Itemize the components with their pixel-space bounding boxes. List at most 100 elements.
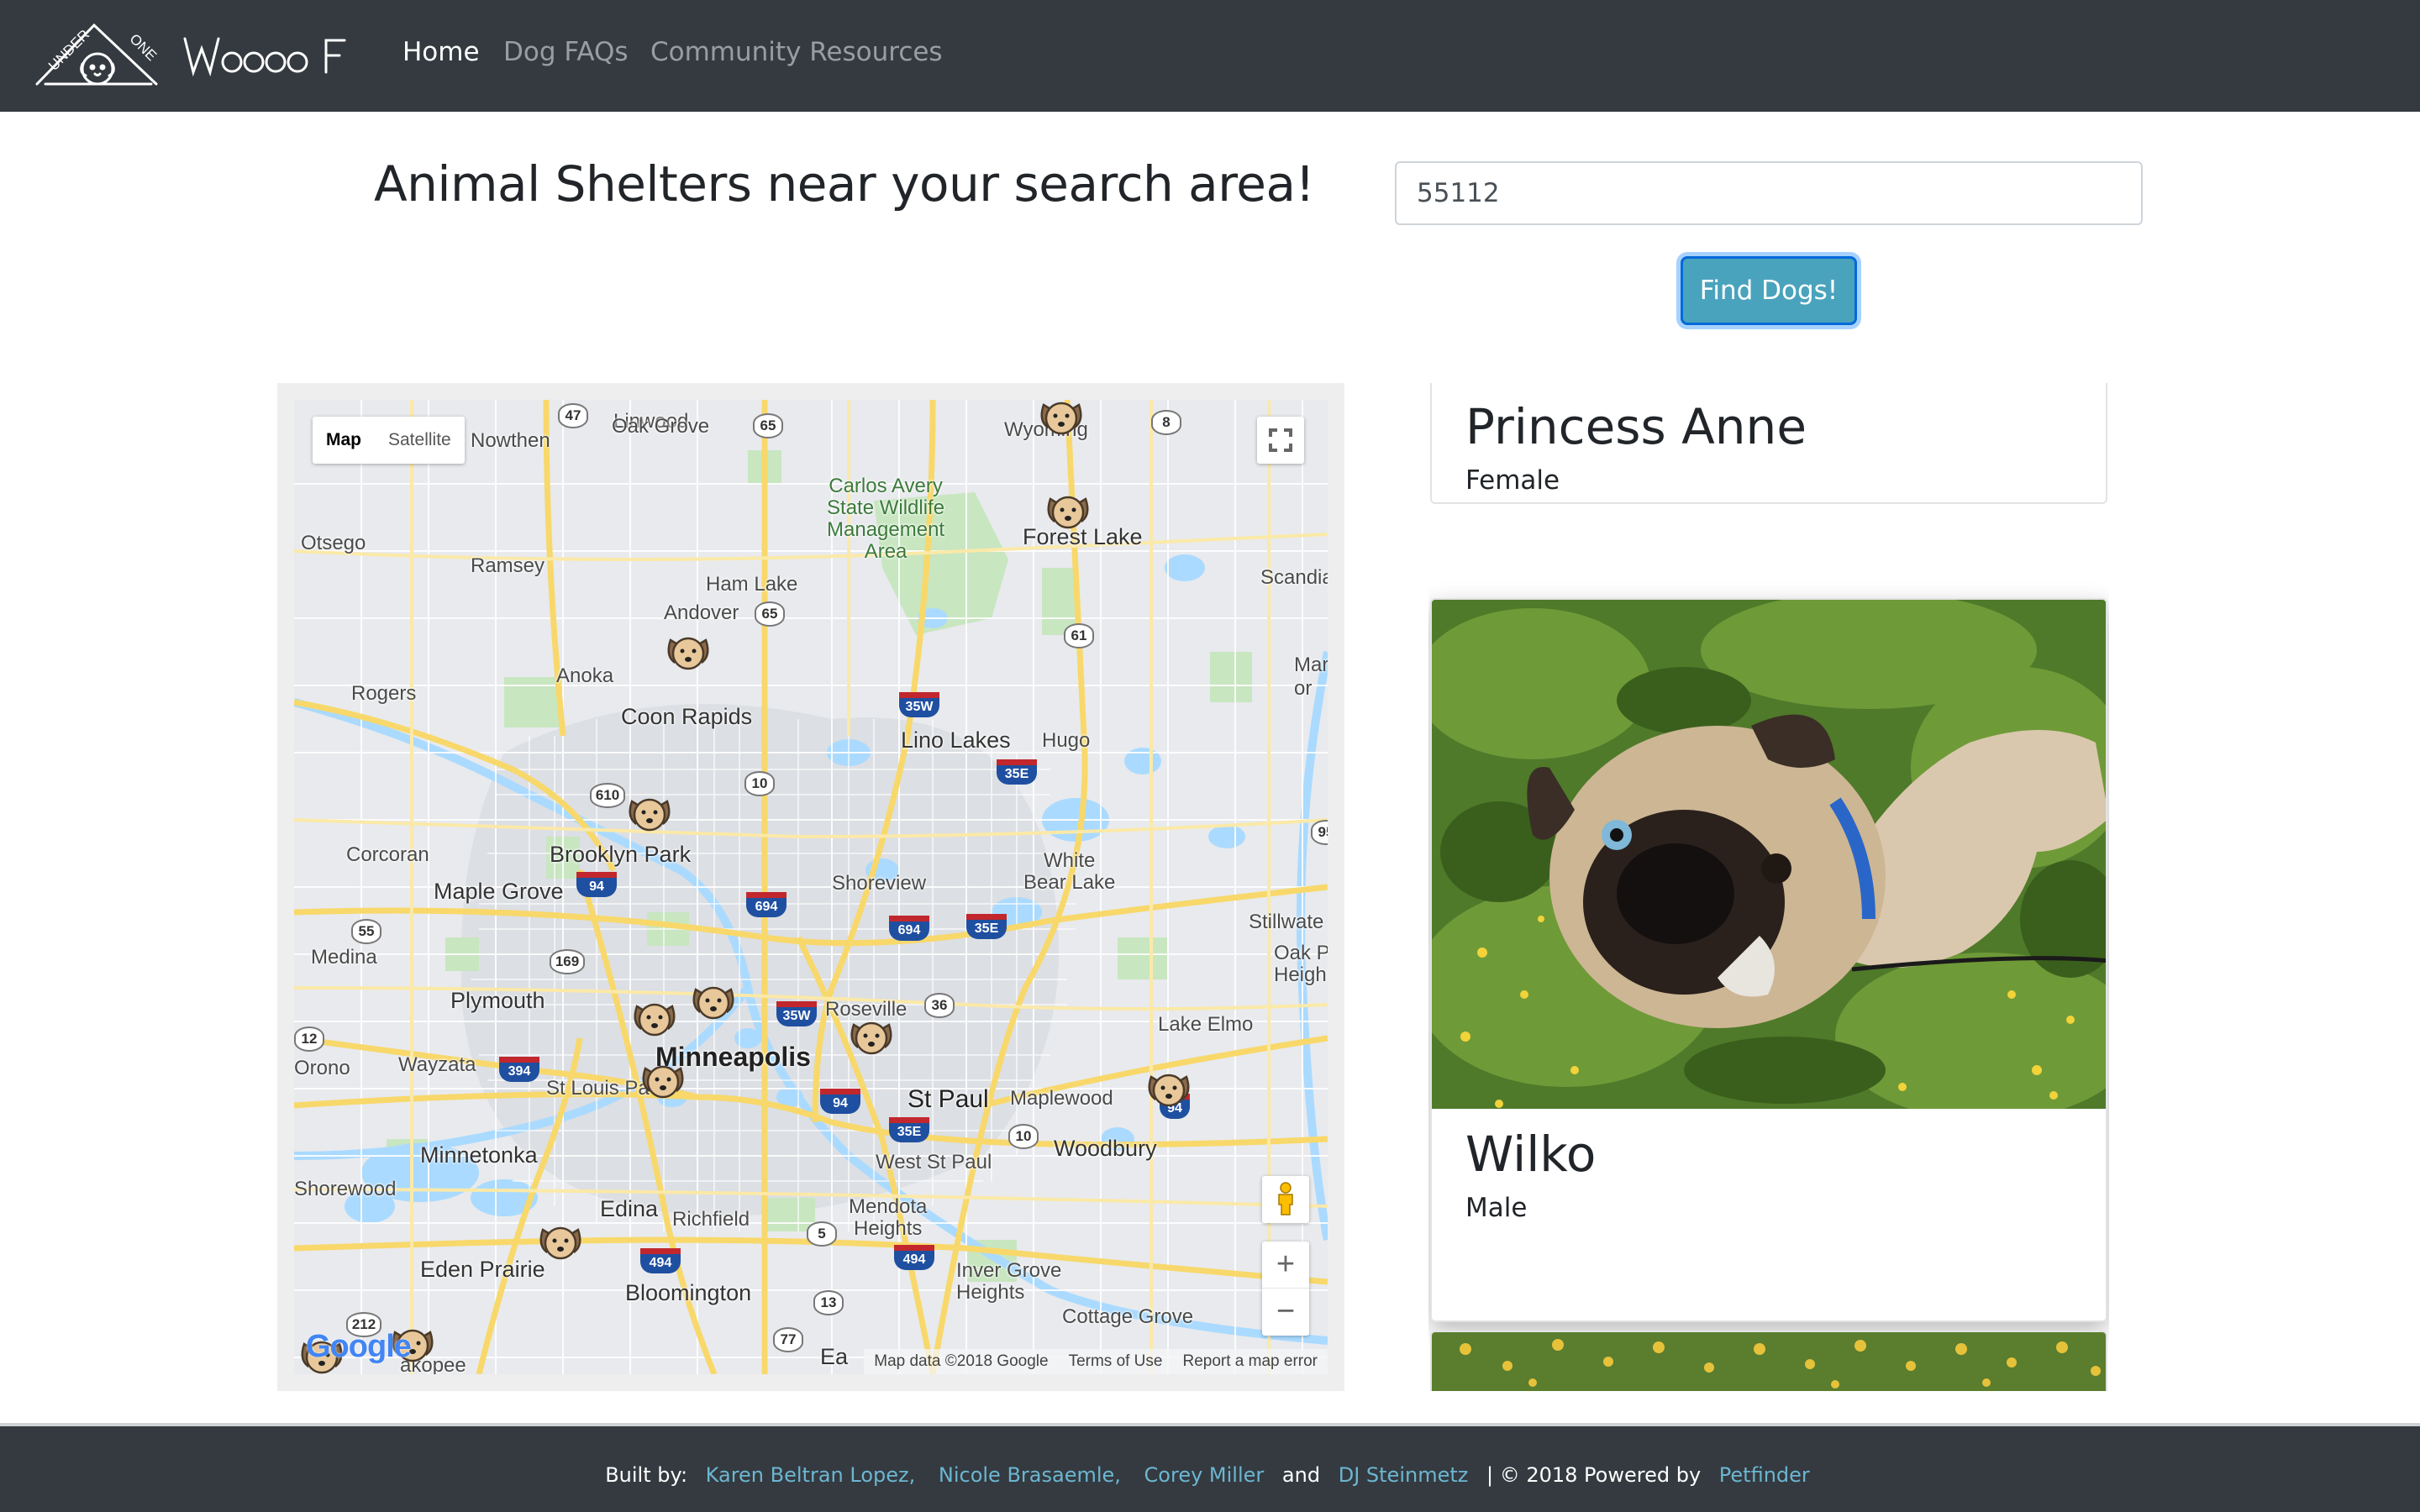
map-label-ramsey: Ramsey (471, 554, 545, 577)
route-shield: 47 (558, 403, 588, 428)
dog-photo (1432, 600, 2106, 1109)
dog-gender: Female (1465, 465, 1560, 496)
interstate-shield: 35W (776, 1001, 817, 1026)
nav-community-resources-link[interactable]: Community Resources (650, 37, 943, 67)
map-label-medina: Medina (311, 946, 377, 969)
dog-name: Princess Anne (1465, 398, 1807, 455)
under-one-woof-logo[interactable]: UNDER ONE (34, 17, 353, 92)
dog-gender: Male (1465, 1193, 1528, 1223)
interstate-shield: 35E (966, 914, 1007, 939)
svg-text:UNDER: UNDER (45, 27, 92, 74)
shelter-marker[interactable] (1037, 400, 1086, 442)
nav-dog-faqs-link[interactable]: Dog FAQs (503, 37, 629, 67)
map-type-map-button[interactable]: Map (313, 417, 375, 464)
dog-card[interactable]: Princess Anne Female (1430, 383, 2107, 504)
route-shield: 10 (1008, 1124, 1039, 1149)
author-link-karen[interactable]: Karen Beltran Lopez, (706, 1463, 916, 1487)
and-label: and (1281, 1463, 1321, 1487)
zoom-control: + − (1262, 1242, 1309, 1336)
built-by-label: Built by: (605, 1463, 688, 1487)
zip-code-input[interactable] (1395, 161, 2143, 225)
route-shield: 77 (773, 1327, 803, 1352)
fullscreen-button[interactable] (1257, 417, 1304, 464)
map-label-corcoran: Corcoran (346, 843, 429, 866)
dog-card[interactable] (1430, 1331, 2107, 1391)
map-type-satellite-button[interactable]: Satellite (375, 417, 465, 464)
map-label-ham-lake: Ham Lake (706, 573, 798, 596)
dog-name: Wilko (1465, 1126, 1597, 1183)
map-label-oak-grove: Oak Grove (612, 415, 710, 438)
map-label-carlos-avery: Carlos Avery State Wildlife Management A… (827, 475, 945, 563)
map-label-minnetonka: Minnetonka (420, 1142, 538, 1168)
interstate-shield: 694 (889, 916, 929, 941)
google-logo[interactable]: Google (306, 1329, 412, 1365)
map-label-woodbury: Woodbury (1054, 1136, 1157, 1161)
map-label-rogers: Rogers (351, 682, 417, 705)
shelter-marker[interactable] (625, 790, 674, 838)
interstate-shield: 694 (746, 892, 786, 917)
dog-photo (1432, 1332, 2106, 1391)
map-label-white-bear-lake: White Bear Lake (1023, 849, 1116, 894)
copyright-text: | © 2018 Powered by (1486, 1463, 1702, 1487)
petfinder-link[interactable]: Petfinder (1719, 1463, 1810, 1487)
map-label-edina: Edina (600, 1196, 659, 1221)
report-map-error-link[interactable]: Report a map error (1172, 1349, 1328, 1374)
shelter-marker[interactable] (664, 628, 713, 677)
author-link-dj[interactable]: DJ Steinmetz (1339, 1463, 1469, 1487)
map-label-nowthen: Nowthen (471, 429, 550, 452)
map-label-oak-park: Oak Pa Heigh (1274, 942, 1328, 986)
zoom-in-button[interactable]: + (1262, 1242, 1309, 1289)
shelter-marker[interactable] (847, 1013, 896, 1062)
shelter-marker[interactable] (1144, 1065, 1193, 1114)
map-label-lake-elmo: Lake Elmo (1158, 1013, 1254, 1036)
shelter-marker[interactable] (639, 1057, 687, 1105)
dog-card[interactable]: Wilko Male (1430, 598, 2107, 1322)
footer: Built by: Karen Beltran Lopez, Nicole Br… (0, 1426, 2420, 1512)
map-label-lino-lakes: Lino Lakes (901, 727, 1011, 753)
interstate-shield: 35E (997, 759, 1037, 785)
map-attribution: Map data ©2018 Google Terms of Use Repor… (864, 1349, 1328, 1374)
author-link-corey[interactable]: Corey Miller (1144, 1463, 1265, 1487)
route-shield: 5 (807, 1221, 837, 1247)
interstate-shield: 94 (576, 872, 617, 897)
map-label-orono: Orono (294, 1057, 350, 1079)
route-shield: 61 (1064, 623, 1094, 648)
shelter-marker[interactable] (689, 978, 738, 1026)
shelter-marker[interactable] (630, 995, 679, 1043)
interstate-shield: 394 (499, 1057, 539, 1082)
map-label-wayzata: Wayzata (398, 1053, 476, 1076)
map-label-st-louis-park: St Louis Pa (546, 1077, 650, 1100)
shelter-map[interactable]: Linwood Oak Grove Wyoming Nowthen Carlos… (294, 400, 1328, 1374)
map-label-east: Ea (820, 1344, 849, 1369)
map-label-mendota-heights: Mendota Heights (849, 1195, 928, 1240)
route-shield: 13 (813, 1290, 844, 1315)
author-link-nicole[interactable]: Nicole Brasaemle, (939, 1463, 1121, 1487)
find-dogs-button[interactable]: Find Dogs! (1681, 256, 1857, 325)
map-label-hugo: Hugo (1042, 729, 1091, 752)
page-heading: Animal Shelters near your search area! (374, 155, 1315, 213)
map-label-shoreview: Shoreview (832, 872, 927, 895)
map-label-andover: Andover (664, 601, 739, 624)
terms-of-use-link[interactable]: Terms of Use (1059, 1349, 1173, 1374)
map-label-anoka: Anoka (556, 664, 614, 687)
route-shield: 36 (924, 993, 955, 1018)
route-shield: 10 (744, 771, 775, 796)
street-view-pegman-button[interactable] (1262, 1176, 1309, 1223)
map-data-attribution: Map data ©2018 Google (874, 1352, 1049, 1370)
shelter-marker[interactable] (1044, 487, 1092, 536)
map-label-maple-grove: Maple Grove (434, 879, 564, 904)
route-shield: 95 (1311, 820, 1328, 845)
interstate-shield: 94 (820, 1089, 860, 1114)
map-label-shorewood: Shorewood (294, 1178, 397, 1200)
zoom-out-button[interactable]: − (1262, 1289, 1309, 1336)
dog-card-list[interactable]: Princess Anne Female Wilko Male (1428, 383, 2109, 1391)
route-shield: 169 (550, 949, 585, 974)
map-label-inver-grove: Inver Grove Heights (956, 1259, 1062, 1304)
navbar: UNDER ONE Home Dog FAQs Community Resour… (0, 0, 2420, 112)
shelter-marker[interactable] (536, 1218, 585, 1267)
map-label-marine: Mar or (1294, 654, 1328, 700)
route-shield: 610 (590, 783, 625, 808)
interstate-shield: 35W (899, 692, 939, 717)
map-label-scandia: Scandia (1260, 566, 1328, 589)
nav-home-link[interactable]: Home (402, 37, 480, 67)
